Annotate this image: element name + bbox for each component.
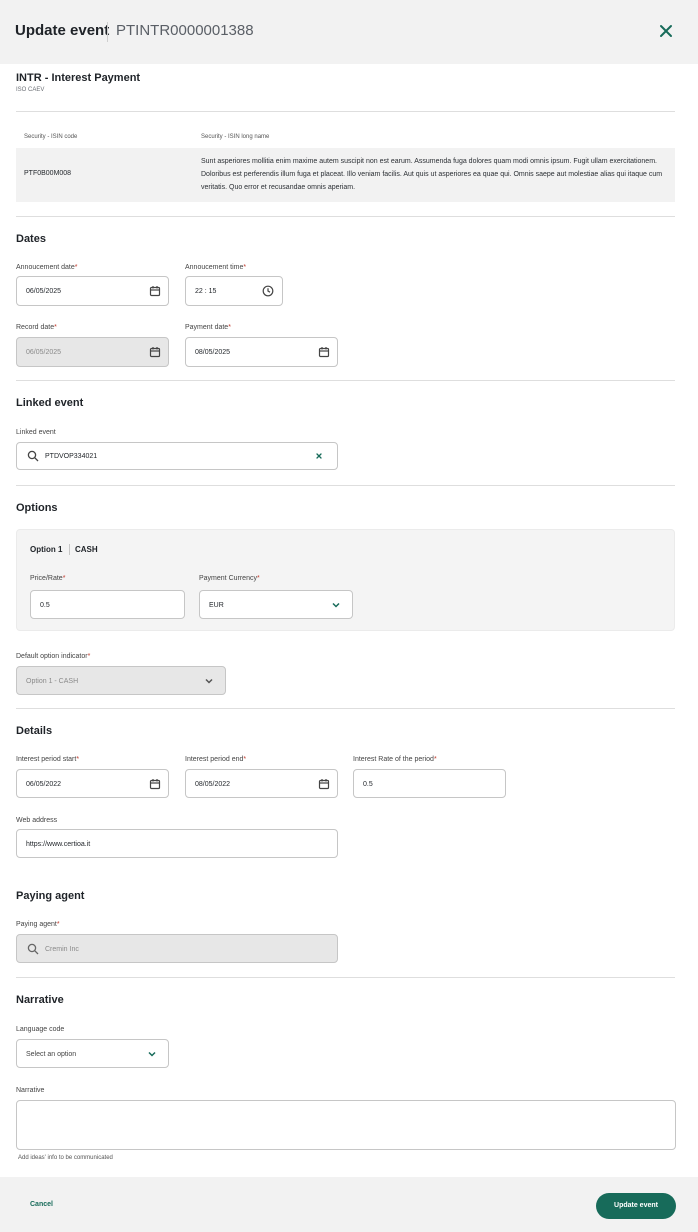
cancel-button[interactable]: Cancel [30, 1201, 53, 1208]
interest-end-field[interactable]: 08/05/2022 [185, 769, 338, 798]
announcement-date-field[interactable]: 06/05/2025 [16, 276, 169, 306]
narrative-hint: Add ideas' info to be communicated [18, 1155, 113, 1161]
isin-long-name: Sunt asperiores mollitia enim maxime aut… [201, 158, 663, 191]
paying-agent-label: Paying agent* [16, 921, 60, 928]
web-address-input[interactable]: https://www.certioa.it [16, 829, 338, 858]
announcement-time-value: 22 : 15 [195, 288, 217, 295]
paying-agent-value: Cremin Inc [45, 946, 79, 953]
linked-event-value: PTDVOP334021 [45, 453, 98, 460]
announcement-date-value: 06/05/2025 [26, 288, 62, 295]
interest-end-value: 08/05/2022 [195, 781, 231, 788]
update-event-button[interactable]: Update event [596, 1193, 676, 1219]
option-name: Option 1 [30, 545, 63, 554]
language-code-select[interactable]: Select an option [16, 1039, 169, 1068]
event-code: ISO CAEV [16, 87, 45, 93]
payment-date-field[interactable]: 08/05/2025 [185, 337, 338, 367]
record-date-value: 06/05/2025 [26, 349, 62, 356]
interest-start-label: Interest period start* [16, 756, 80, 763]
interest-start-field[interactable]: 06/05/2022 [16, 769, 169, 798]
payment-currency-select[interactable]: EUR [199, 590, 353, 619]
modal-title: Update event [15, 22, 110, 39]
calendar-icon [149, 347, 161, 358]
price-rate-value: 0.5 [40, 602, 50, 609]
modal-header: Update event PTINTR0000001388 [0, 0, 698, 64]
modal-footer: Cancel Update event [0, 1177, 698, 1232]
announcement-time-field[interactable]: 22 : 15 [185, 276, 283, 306]
default-option-select: Option 1 - CASH [16, 666, 226, 695]
web-address-value: https://www.certioa.it [26, 841, 91, 848]
narrative-label: Narrative [16, 1087, 45, 1094]
interest-rate-input[interactable]: 0.5 [353, 769, 506, 798]
web-address-label: Web address [16, 817, 58, 824]
section-title-options: Options [16, 502, 58, 514]
calendar-icon[interactable] [318, 778, 330, 790]
record-date-field: 06/05/2025 [16, 337, 169, 367]
securities-table-header: Security - ISIN code Security - ISIN lon… [16, 134, 675, 148]
language-code-placeholder: Select an option [26, 1051, 77, 1058]
interest-rate-label: Interest Rate of the period* [353, 756, 437, 763]
option-divider [69, 544, 70, 555]
payment-date-label: Payment date* [185, 324, 231, 331]
interest-end-label: Interest period end* [185, 756, 247, 763]
search-icon [27, 943, 39, 955]
calendar-icon[interactable] [149, 285, 161, 297]
section-title-details: Details [16, 725, 53, 737]
calendar-icon[interactable] [318, 346, 330, 358]
divider [16, 485, 675, 486]
chevron-down-icon [148, 1051, 156, 1057]
payment-currency-value: EUR [209, 602, 224, 609]
divider [16, 977, 675, 978]
option-card: Option 1 CASH Price/Rate* 0.5 Payment Cu… [16, 529, 675, 631]
option-type: CASH [75, 545, 98, 554]
chevron-down-icon [205, 678, 213, 684]
record-date-label: Record date* [16, 324, 57, 331]
clock-icon[interactable] [262, 285, 274, 297]
divider [16, 111, 675, 112]
title-divider [107, 22, 108, 42]
column-header-isin: Security - ISIN code [24, 134, 78, 140]
search-icon [27, 450, 39, 462]
default-option-value: Option 1 - CASH [26, 678, 79, 685]
chevron-down-icon [332, 602, 340, 608]
narrative-textarea[interactable] [16, 1100, 676, 1150]
calendar-icon[interactable] [149, 778, 161, 790]
divider [16, 380, 675, 381]
divider [16, 708, 675, 709]
event-name: INTR - Interest Payment [16, 72, 141, 84]
linked-event-field[interactable]: PTDVOP334021 [16, 442, 338, 470]
table-row: PTF0B00M008 Sunt asperiores mollitia eni… [16, 148, 675, 202]
price-rate-label: Price/Rate* [30, 575, 66, 582]
section-title-narrative: Narrative [16, 994, 64, 1006]
paying-agent-field: Cremin Inc [16, 934, 338, 963]
payment-date-value: 08/05/2025 [195, 349, 231, 356]
interest-start-value: 06/05/2022 [26, 781, 62, 788]
isin-code: PTF0B00M008 [24, 170, 72, 177]
announcement-date-label: Annoucement date* [16, 264, 78, 271]
payment-currency-label: Payment Currency* [199, 575, 260, 582]
announcement-time-label: Annoucement time* [185, 264, 247, 271]
section-title-linked-event: Linked event [16, 397, 84, 409]
section-title-paying-agent: Paying agent [16, 890, 85, 902]
price-rate-input[interactable]: 0.5 [30, 590, 185, 619]
interest-rate-value: 0.5 [363, 781, 373, 788]
section-title-dates: Dates [16, 233, 46, 245]
close-icon[interactable] [656, 21, 676, 41]
linked-event-label: Linked event [16, 429, 56, 436]
clear-icon[interactable] [314, 451, 324, 461]
language-code-label: Language code [16, 1026, 65, 1033]
event-id: PTINTR0000001388 [116, 22, 254, 39]
default-option-label: Default option indicator* [16, 653, 91, 660]
column-header-long-name: Security - ISIN long name [201, 134, 270, 140]
divider [16, 216, 675, 217]
